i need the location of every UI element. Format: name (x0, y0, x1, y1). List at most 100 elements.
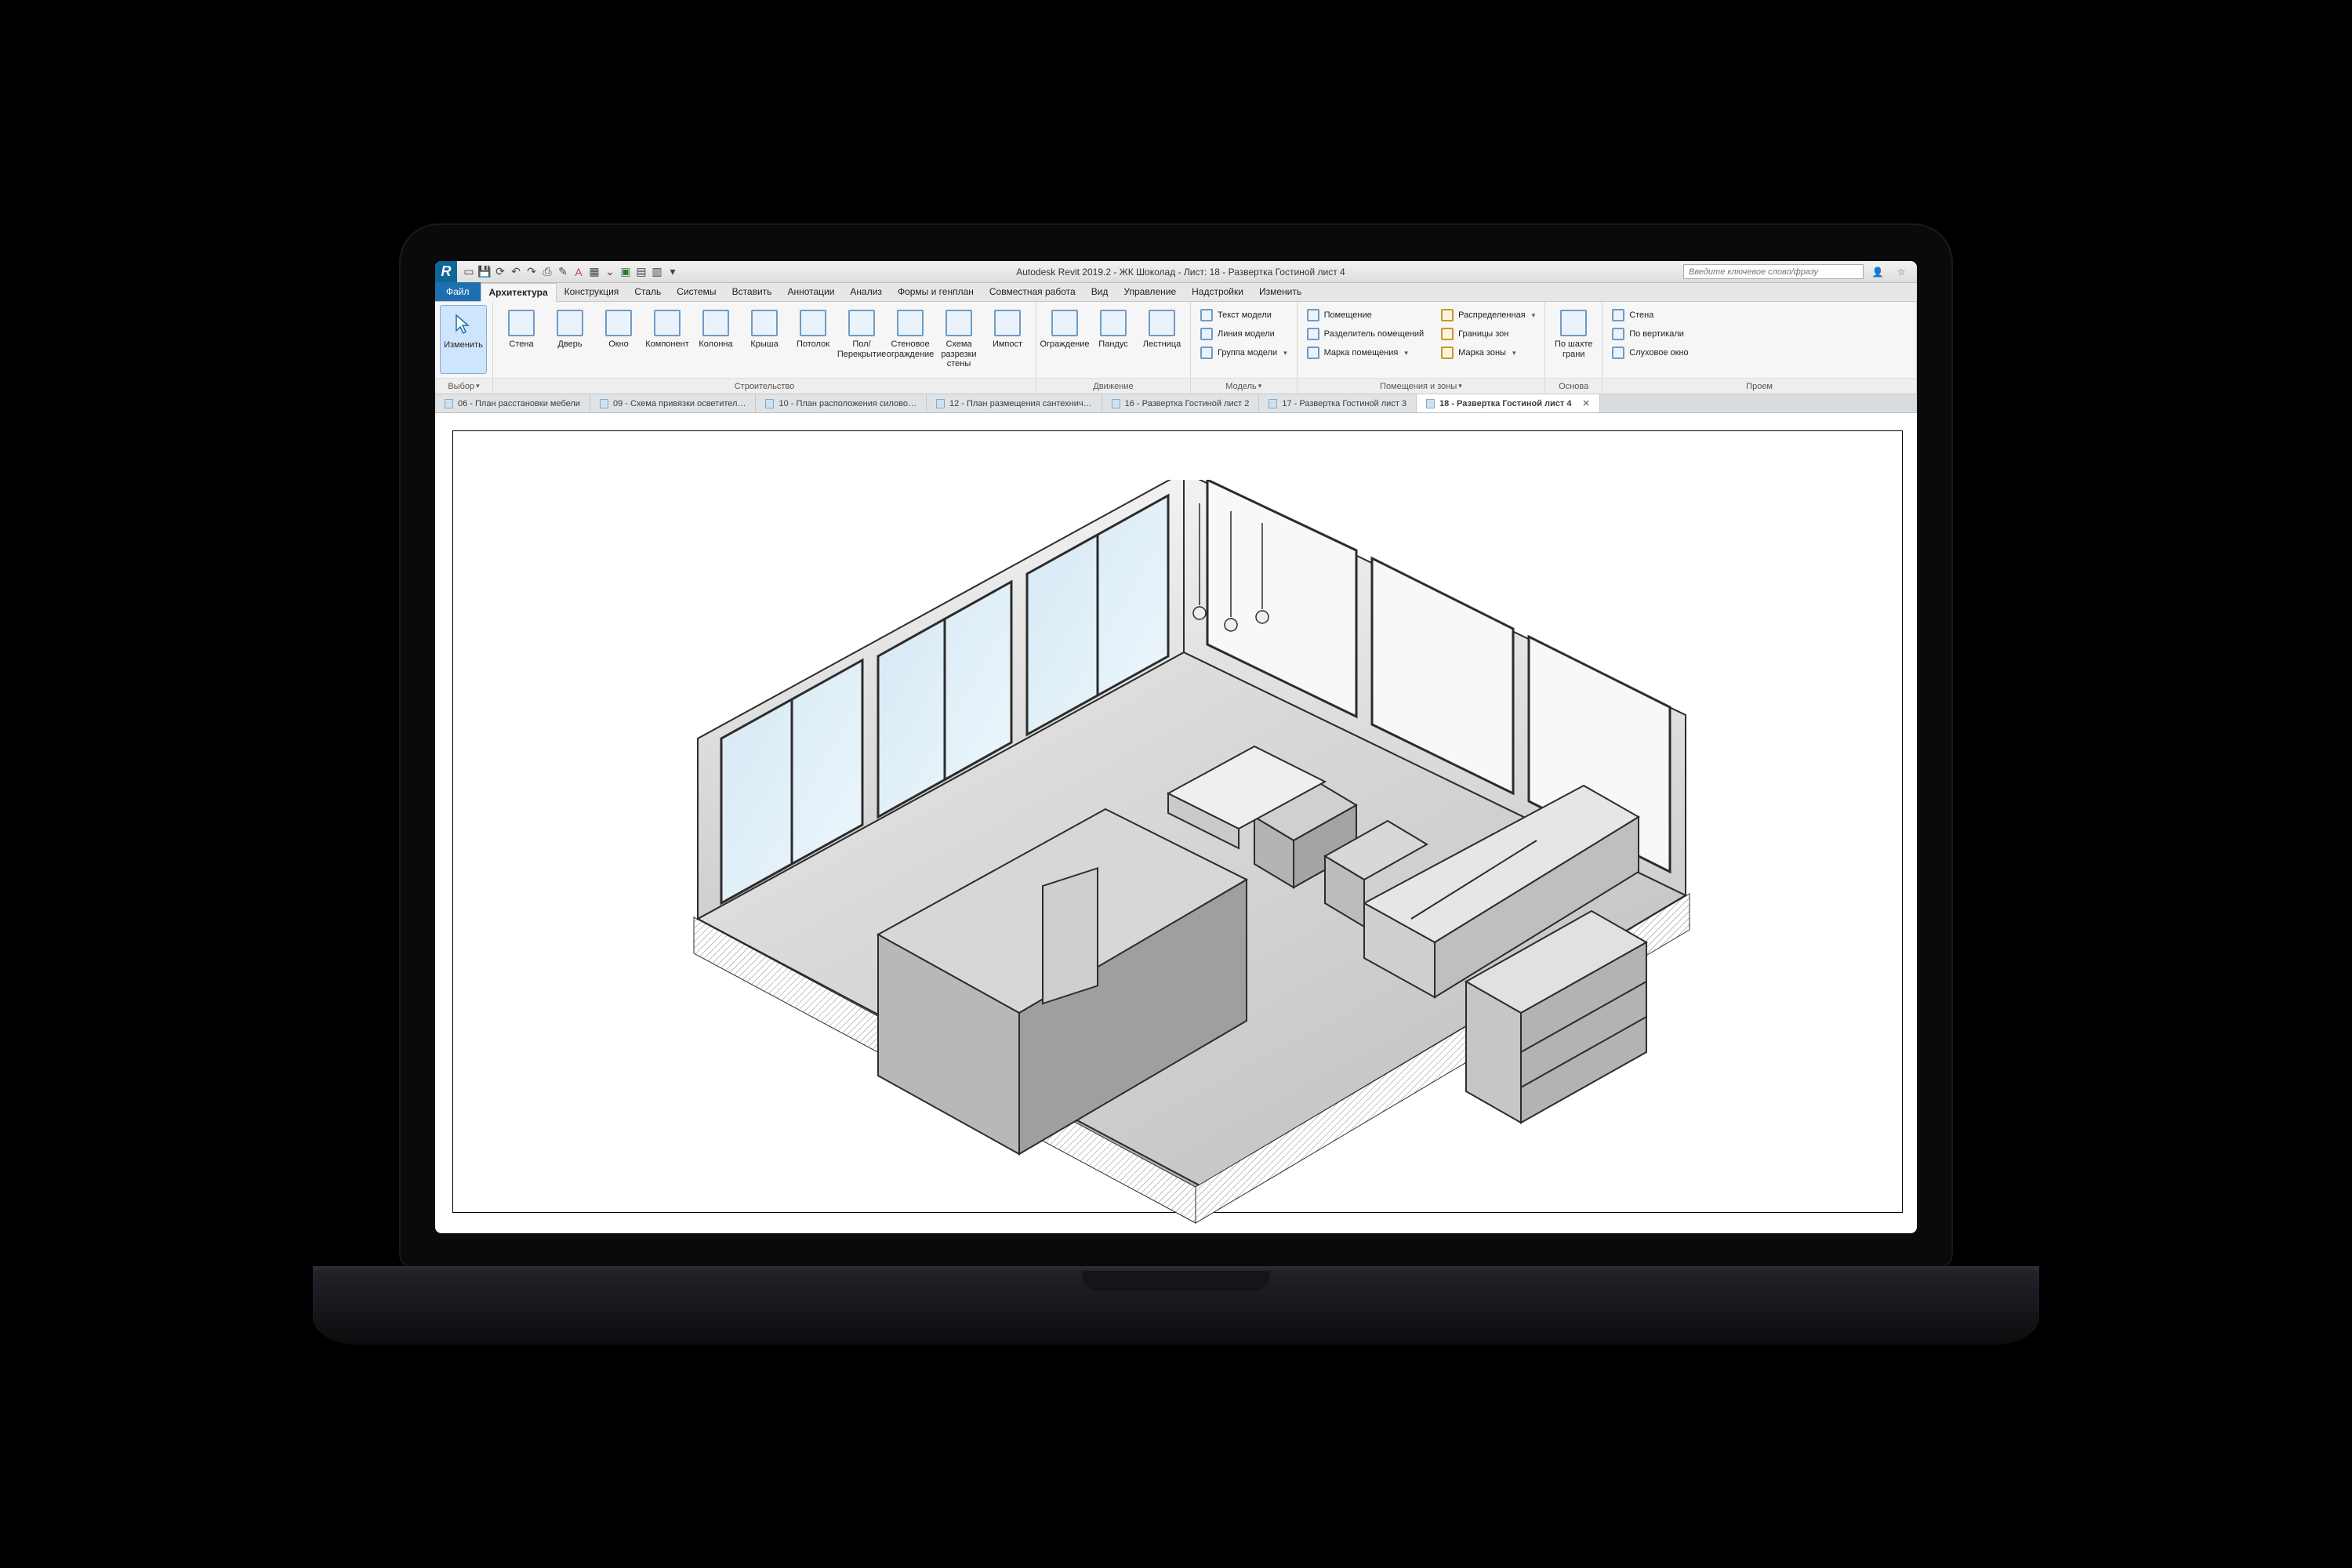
sheet-icon (1426, 399, 1435, 408)
redo-icon[interactable]: ↷ (524, 265, 539, 279)
ribbon-small-button[interactable]: Помещение (1302, 307, 1429, 324)
document-tab[interactable]: 06 - План расстановки мебели (435, 394, 590, 412)
ribbon-button-label: Колонна (699, 339, 732, 350)
ribbon-button-label: Пол/Перекрытие (837, 339, 886, 359)
ribbon-tab[interactable]: Изменить (1251, 282, 1309, 301)
group-label: Строительство (493, 378, 1036, 394)
ribbon-tab[interactable]: Конструкция (557, 282, 627, 301)
ribbon-button[interactable]: Стеновое ограждение (887, 305, 934, 374)
ribbon-tab[interactable]: Анализ (842, 282, 890, 301)
document-tab-label: 09 - Схема привязки осветител… (613, 399, 746, 408)
ribbon-small-button[interactable]: По вертикали (1607, 325, 1693, 343)
search-input[interactable] (1683, 264, 1864, 279)
ribbon-button[interactable]: Лестница (1138, 305, 1185, 374)
group-select: Изменить Выбор▾ (435, 302, 493, 394)
ribbon-button[interactable]: Крыша (741, 305, 788, 374)
ribbon-tab[interactable]: Управление (1116, 282, 1184, 301)
ribbon-button[interactable]: Потолок (789, 305, 837, 374)
qat-item[interactable]: ▥ (650, 265, 664, 279)
ribbon-button[interactable]: Ограждение (1041, 305, 1088, 374)
zone-tag-button[interactable]: Марка зоны▾ (1436, 344, 1540, 361)
document-tab-label: 17 - Развертка Гостиной лист 3 (1282, 399, 1406, 408)
tool-icon (605, 310, 632, 336)
area-button[interactable]: Распределенная▾ (1436, 307, 1540, 324)
ribbon-tab[interactable]: Совместная работа (982, 282, 1083, 301)
ribbon-tab[interactable]: Надстройки (1184, 282, 1251, 301)
save-icon[interactable]: 💾 (477, 265, 492, 279)
document-tab[interactable]: 12 - План размещения сантехнич… (927, 394, 1102, 412)
ribbon-button[interactable]: Компонент (644, 305, 691, 374)
cursor-icon (450, 310, 477, 337)
document-tab[interactable]: 18 - Развертка Гостиной лист 4✕ (1417, 394, 1600, 412)
sync-icon[interactable]: ⟳ (493, 265, 507, 279)
app-icon[interactable]: R (435, 261, 457, 283)
ribbon-button[interactable]: Схема разрезки стены (935, 305, 982, 374)
ribbon-small-button[interactable]: Линия модели (1196, 325, 1292, 343)
qat-item[interactable]: A (572, 265, 586, 279)
measure-icon[interactable]: ✎ (556, 265, 570, 279)
ribbon-tab[interactable]: Сталь (626, 282, 669, 301)
ribbon-button[interactable]: Окно (595, 305, 642, 374)
ribbon-button[interactable]: Пандус (1090, 305, 1137, 374)
title-search: 👤 ☆ (1677, 264, 1917, 280)
ribbon-button[interactable]: Пол/Перекрытие (838, 305, 885, 374)
document-tab-label: 16 - Развертка Гостиной лист 2 (1125, 399, 1250, 408)
ribbon-small-button[interactable]: Группа модели▾ (1196, 344, 1292, 361)
ribbon-button[interactable]: Импост (984, 305, 1031, 374)
signin-icon[interactable]: 👤 (1868, 264, 1887, 280)
close-icon[interactable]: ✕ (1582, 398, 1589, 408)
tool-icon (1612, 328, 1624, 340)
tool-icon (508, 310, 535, 336)
modify-button[interactable]: Изменить (440, 305, 487, 374)
open-icon[interactable]: ▭ (462, 265, 476, 279)
qat-item[interactable]: ⌄ (603, 265, 617, 279)
ribbon-small-button[interactable]: Стена (1607, 307, 1693, 324)
drawing-viewport[interactable] (435, 413, 1917, 1233)
sheet-icon (1269, 399, 1277, 408)
tool-icon (557, 310, 583, 336)
qat-item[interactable]: ▤ (634, 265, 648, 279)
ribbon-tab[interactable]: Системы (669, 282, 724, 301)
undo-icon[interactable]: ↶ (509, 265, 523, 279)
ribbon-button-label: Лестница (1143, 339, 1181, 350)
ribbon-button[interactable]: Колонна (692, 305, 739, 374)
shaft-button[interactable]: По шахте грани (1550, 305, 1597, 374)
document-tab[interactable]: 10 - План расположения силово… (756, 394, 927, 412)
print-icon[interactable]: ⎙ (540, 265, 554, 279)
ribbon-button-label: Потолок (797, 339, 829, 350)
favorite-icon[interactable]: ☆ (1892, 264, 1911, 280)
document-tab-label: 10 - План расположения силово… (779, 399, 916, 408)
ribbon-tab[interactable]: Аннотации (779, 282, 842, 301)
ribbon-button-label: Импост (993, 339, 1022, 350)
file-menu[interactable]: Файл (435, 282, 481, 301)
document-tab[interactable]: 17 - Развертка Гостиной лист 3 (1259, 394, 1417, 412)
ribbon-button-label: Стена (509, 339, 533, 350)
ribbon-small-button[interactable]: Марка помещения▾ (1302, 344, 1429, 361)
group-motion: ОграждениеПандус Лестница Движение (1036, 302, 1191, 394)
boundary-icon (1441, 328, 1454, 340)
tool-icon (1612, 309, 1624, 321)
zone-boundary-button[interactable]: Границы зон (1436, 325, 1540, 343)
tool-icon (994, 310, 1021, 336)
tool-icon (751, 310, 778, 336)
ribbon-small-button[interactable]: Текст модели (1196, 307, 1292, 324)
group-label: Модель▾ (1191, 378, 1297, 394)
group-label: Движение (1036, 378, 1190, 394)
document-tab[interactable]: 16 - Развертка Гостиной лист 2 (1102, 394, 1260, 412)
ribbon-small-button[interactable]: Разделитель помещений (1302, 325, 1429, 343)
ribbon-tab[interactable]: Архитектура (481, 283, 557, 302)
ribbon-tab-row: Файл АрхитектураКонструкцияСтальСистемыВ… (435, 283, 1917, 302)
ribbon-tab[interactable]: Вид (1083, 282, 1116, 301)
ribbon-button-label: Крыша (750, 339, 778, 350)
qat-item[interactable]: ▦ (587, 265, 601, 279)
sheet-icon (936, 399, 945, 408)
ribbon-button[interactable]: Стена (498, 305, 545, 374)
tool-icon (1307, 347, 1319, 359)
tool-icon (1149, 310, 1175, 336)
ribbon-tab[interactable]: Вставить (724, 282, 780, 301)
document-tab[interactable]: 09 - Схема привязки осветител… (590, 394, 757, 412)
qat-item[interactable]: ▣ (619, 265, 633, 279)
ribbon-tab[interactable]: Формы и генплан (890, 282, 982, 301)
ribbon-button[interactable]: Дверь (546, 305, 593, 374)
ribbon-small-button[interactable]: Слуховое окно (1607, 344, 1693, 361)
